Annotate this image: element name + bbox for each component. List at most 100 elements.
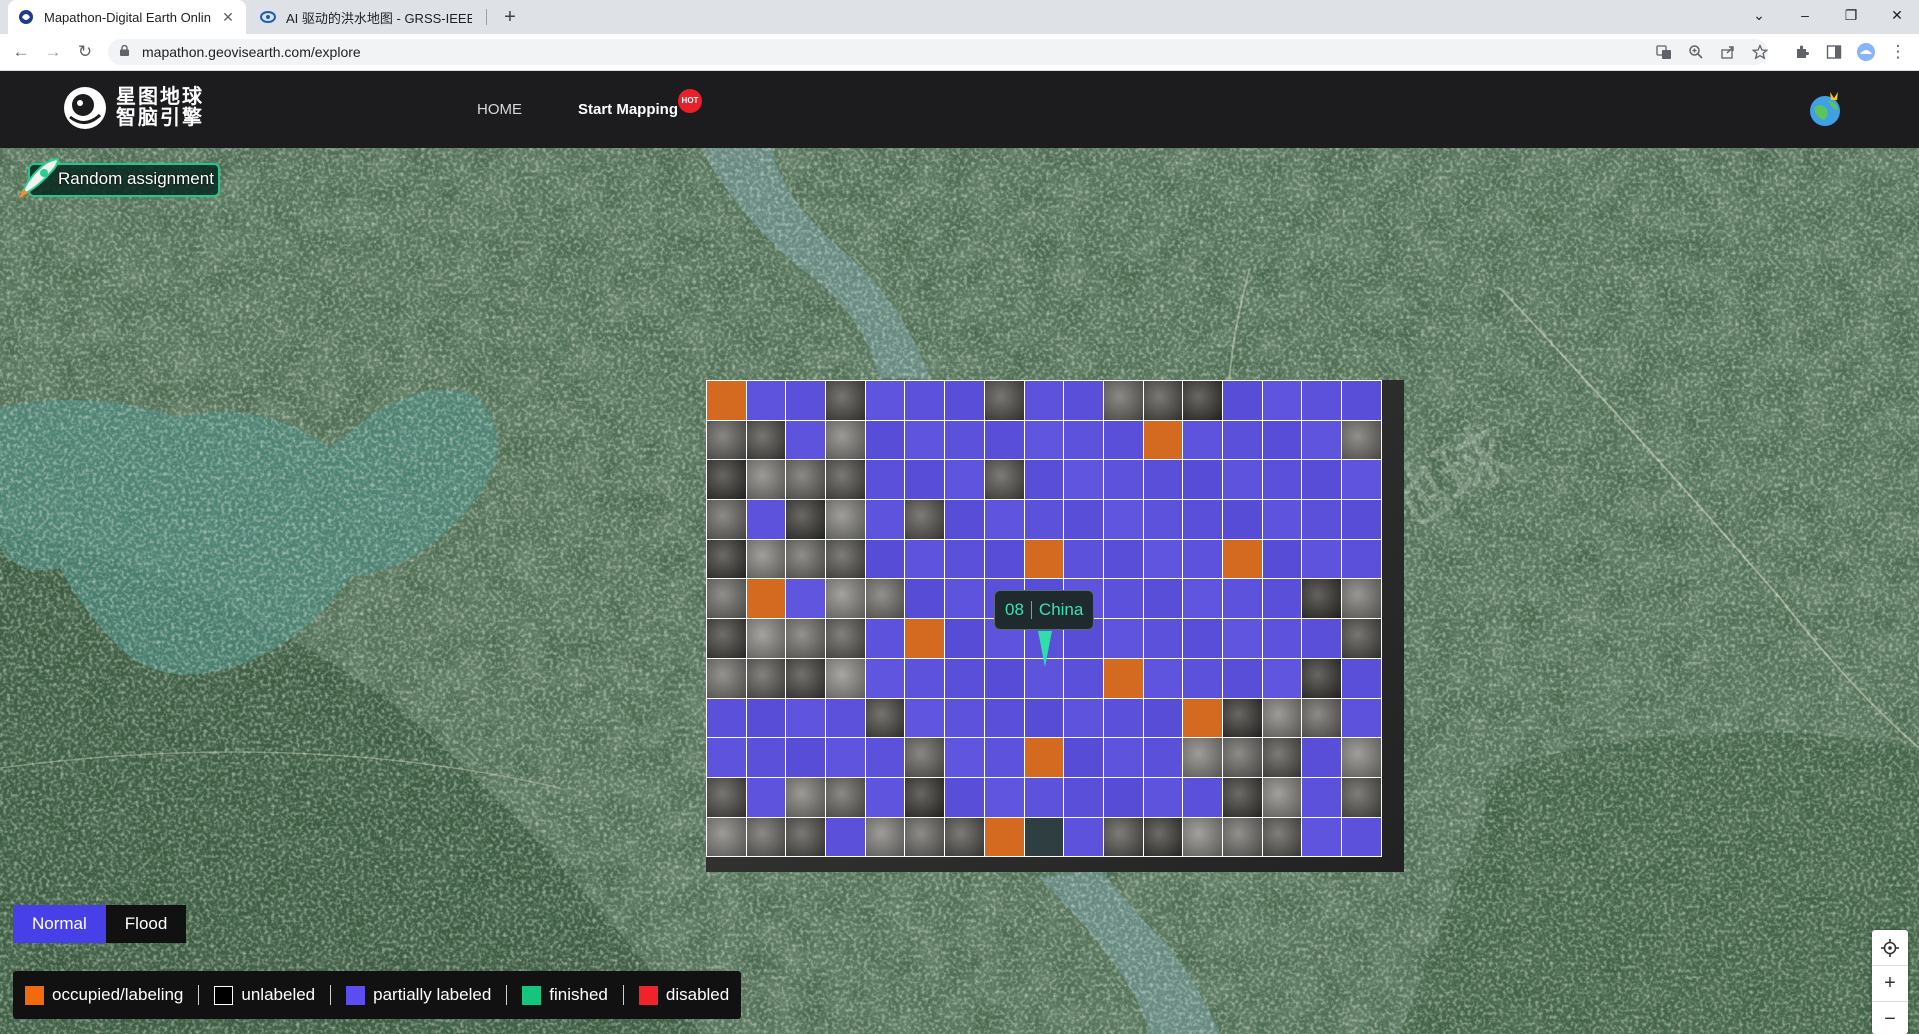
grid-tile[interactable] <box>905 500 945 539</box>
grid-tile[interactable] <box>905 579 945 619</box>
nav-start-mapping[interactable]: Start Mapping <box>578 101 678 118</box>
grid-tile[interactable] <box>1143 500 1183 539</box>
grid-tile[interactable] <box>1103 738 1143 777</box>
grid-tile[interactable] <box>786 817 826 857</box>
grid-tile[interactable] <box>1143 698 1183 738</box>
grid-tile[interactable] <box>786 539 826 579</box>
logo[interactable]: 星图地球 智脑引擎 <box>62 85 204 131</box>
grid-tile[interactable] <box>1024 539 1064 579</box>
grid-tile[interactable] <box>865 738 905 777</box>
grid-tile[interactable] <box>905 738 945 777</box>
grid-tile[interactable] <box>945 777 984 817</box>
grid-tile[interactable] <box>865 658 905 698</box>
grid-tile[interactable] <box>707 658 746 698</box>
reload-button[interactable]: ↻ <box>73 40 97 64</box>
grid-tile[interactable] <box>984 777 1024 817</box>
grid-tile[interactable] <box>1222 777 1262 817</box>
grid-tile[interactable] <box>1222 420 1262 460</box>
grid-tile[interactable] <box>1302 619 1341 658</box>
grid-tile[interactable] <box>746 579 786 619</box>
grid-tile[interactable] <box>1064 698 1103 738</box>
grid-tile[interactable] <box>1222 500 1262 539</box>
grid-tile[interactable] <box>1064 817 1103 857</box>
grid-tile[interactable] <box>707 579 746 619</box>
grid-tile[interactable] <box>826 460 865 500</box>
grid-tile[interactable] <box>746 619 786 658</box>
grid-tile[interactable] <box>865 777 905 817</box>
grid-tile[interactable] <box>1064 460 1103 500</box>
grid-tile[interactable] <box>826 579 865 619</box>
grid-tile[interactable] <box>1103 420 1143 460</box>
grid-tile[interactable] <box>1262 698 1302 738</box>
grid-tile[interactable] <box>945 619 984 658</box>
grid-tile[interactable] <box>1183 460 1222 500</box>
grid-tile[interactable] <box>1262 738 1302 777</box>
grid-tile[interactable] <box>1143 777 1183 817</box>
grid-tile[interactable] <box>865 698 905 738</box>
grid-tile[interactable] <box>945 460 984 500</box>
grid-tile[interactable] <box>865 619 905 658</box>
grid-tile[interactable] <box>1222 817 1262 857</box>
grid-tile[interactable] <box>905 817 945 857</box>
grid-tile[interactable] <box>1183 698 1222 738</box>
grid-tile[interactable] <box>1342 698 1381 738</box>
grid-tile[interactable] <box>1143 539 1183 579</box>
grid-tile[interactable] <box>984 698 1024 738</box>
grid-tile[interactable] <box>865 420 905 460</box>
grid-tile[interactable] <box>1064 381 1103 420</box>
grid-tile[interactable] <box>1222 619 1262 658</box>
nav-home[interactable]: HOME <box>477 101 522 118</box>
grid-tile[interactable] <box>1183 539 1222 579</box>
grid-tile[interactable] <box>786 460 826 500</box>
grid-tile[interactable] <box>746 539 786 579</box>
grid-tile[interactable] <box>1222 539 1262 579</box>
grid-tile[interactable] <box>746 381 786 420</box>
grid-tile[interactable] <box>1143 460 1183 500</box>
grid-tile[interactable] <box>1103 381 1143 420</box>
tab-search-chevron-down-icon[interactable]: ⌄ <box>1736 0 1782 30</box>
grid-tile[interactable] <box>826 658 865 698</box>
grid-tile[interactable] <box>905 420 945 460</box>
grid-tile[interactable] <box>786 738 826 777</box>
grid-tile[interactable] <box>746 658 786 698</box>
translate-icon[interactable] <box>1656 44 1672 60</box>
grid-tile[interactable] <box>786 698 826 738</box>
grid-tile[interactable] <box>707 539 746 579</box>
grid-tile[interactable] <box>905 777 945 817</box>
tab-grss[interactable]: AI 驱动的洪水地图 - GRSS-IEEE <box>250 0 482 34</box>
grid-tile[interactable] <box>1342 579 1381 619</box>
grid-tile[interactable] <box>1024 460 1064 500</box>
grid-tile[interactable] <box>826 817 865 857</box>
share-icon[interactable] <box>1720 44 1736 60</box>
mode-normal-button[interactable]: Normal <box>13 905 106 943</box>
grid-tile[interactable] <box>826 381 865 420</box>
grid-tile[interactable] <box>786 579 826 619</box>
forward-button[interactable]: → <box>41 40 65 64</box>
grid-tile[interactable] <box>1262 777 1302 817</box>
grid-tile[interactable] <box>1064 420 1103 460</box>
grid-tile[interactable] <box>865 817 905 857</box>
grid-tile[interactable] <box>1342 500 1381 539</box>
grid-tile[interactable] <box>1262 619 1302 658</box>
grid-tile[interactable] <box>746 500 786 539</box>
grid-tile[interactable] <box>1302 738 1341 777</box>
grid-tile[interactable] <box>746 460 786 500</box>
grid-tile[interactable] <box>1262 539 1302 579</box>
grid-tile[interactable] <box>984 381 1024 420</box>
grid-tile[interactable] <box>786 381 826 420</box>
grid-tile[interactable] <box>1262 500 1302 539</box>
map-view[interactable]: 地球 Random assignment 08 China Normal Flo… <box>0 148 1919 1034</box>
grid-tile[interactable] <box>1103 619 1143 658</box>
grid-tile[interactable] <box>1143 579 1183 619</box>
grid-tile[interactable] <box>826 698 865 738</box>
grid-tile[interactable] <box>826 619 865 658</box>
bookmark-star-icon[interactable] <box>1752 44 1768 60</box>
grid-tile[interactable] <box>1103 698 1143 738</box>
grid-tile[interactable] <box>1024 381 1064 420</box>
grid-tile[interactable] <box>1262 381 1302 420</box>
grid-tile[interactable] <box>1302 658 1341 698</box>
grid-tile[interactable] <box>707 738 746 777</box>
grid-tile[interactable] <box>1024 420 1064 460</box>
grid-tile[interactable] <box>865 579 905 619</box>
grid-tile[interactable] <box>1302 381 1341 420</box>
